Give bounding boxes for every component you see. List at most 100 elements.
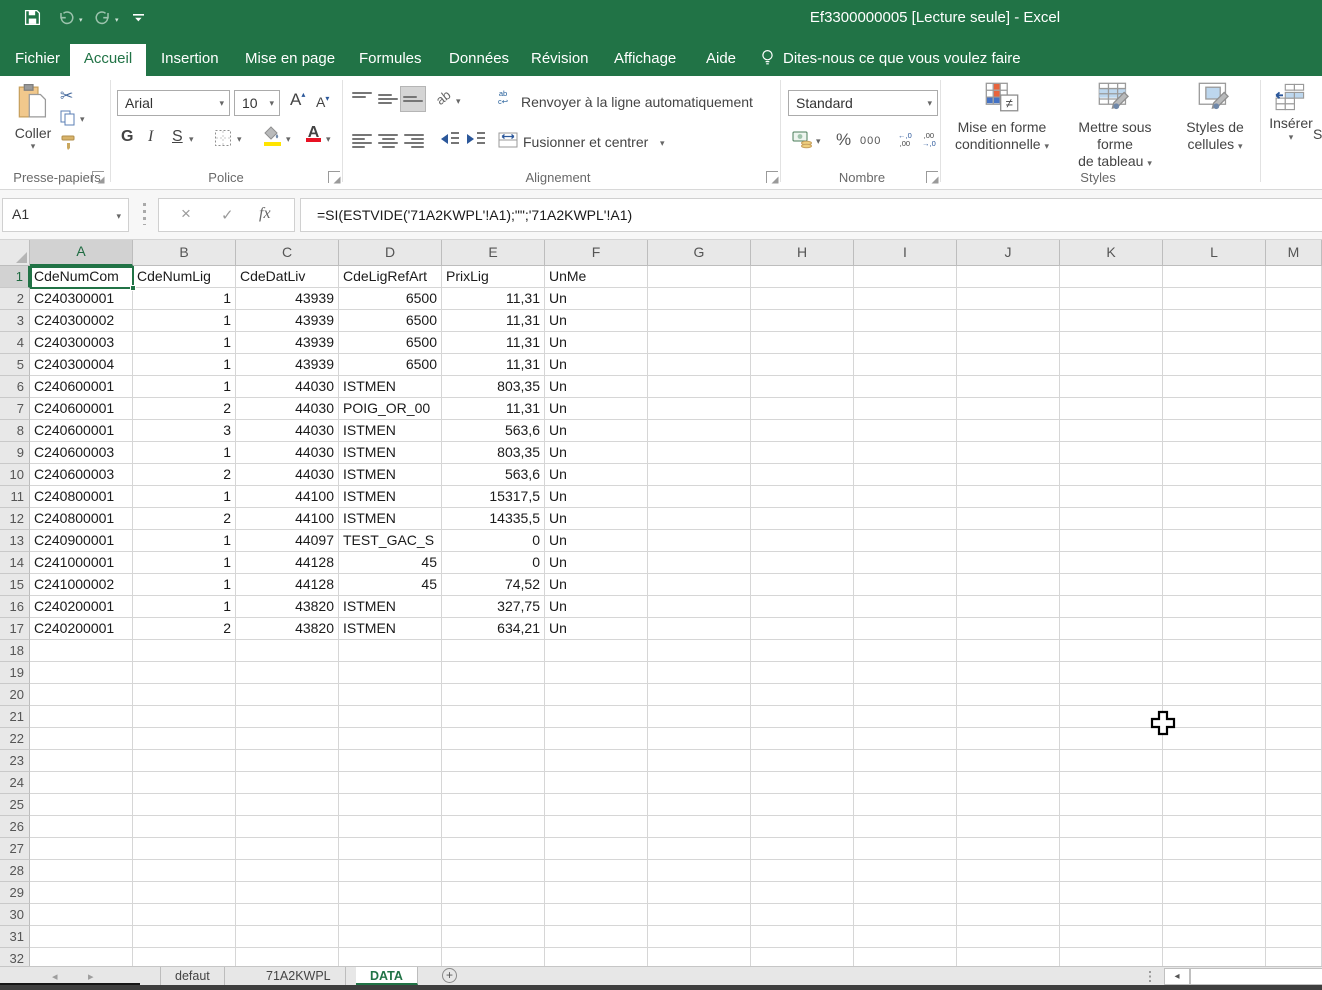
cell-L4[interactable] bbox=[1163, 332, 1266, 354]
cell-D20[interactable] bbox=[339, 684, 442, 706]
cell-E9[interactable]: 803,35 bbox=[442, 442, 545, 464]
cell-A11[interactable]: C240800001 bbox=[30, 486, 133, 508]
cell-M12[interactable] bbox=[1266, 508, 1322, 530]
cell-E21[interactable] bbox=[442, 706, 545, 728]
percent-style-button[interactable]: % bbox=[836, 130, 851, 150]
row-header-4[interactable]: 4 bbox=[0, 332, 30, 354]
cell-B19[interactable] bbox=[133, 662, 236, 684]
row-header-23[interactable]: 23 bbox=[0, 750, 30, 772]
cell-J16[interactable] bbox=[957, 596, 1060, 618]
cell-M2[interactable] bbox=[1266, 288, 1322, 310]
number-dialog-launcher[interactable] bbox=[926, 171, 938, 183]
cut-icon[interactable]: ✂ bbox=[60, 86, 73, 106]
insert-function-icon[interactable]: fx bbox=[259, 205, 271, 223]
enter-icon[interactable]: ✓ bbox=[221, 206, 234, 224]
cell-G2[interactable] bbox=[648, 288, 751, 310]
cell-G28[interactable] bbox=[648, 860, 751, 882]
cell-H2[interactable] bbox=[751, 288, 854, 310]
cell-F19[interactable] bbox=[545, 662, 648, 684]
cell-J15[interactable] bbox=[957, 574, 1060, 596]
cell-F8[interactable]: Un bbox=[545, 420, 648, 442]
font-name-combo[interactable]: Arial▾ bbox=[117, 90, 230, 116]
cell-A15[interactable]: C241000002 bbox=[30, 574, 133, 596]
cell-D31[interactable] bbox=[339, 926, 442, 948]
row-header-25[interactable]: 25 bbox=[0, 794, 30, 816]
accounting-format-icon[interactable] bbox=[792, 130, 814, 155]
cell-H10[interactable] bbox=[751, 464, 854, 486]
cell-F6[interactable]: Un bbox=[545, 376, 648, 398]
row-header-32[interactable]: 32 bbox=[0, 948, 30, 966]
cell-E31[interactable] bbox=[442, 926, 545, 948]
cell-D30[interactable] bbox=[339, 904, 442, 926]
cell-M18[interactable] bbox=[1266, 640, 1322, 662]
row-header-1[interactable]: 1 bbox=[0, 266, 30, 288]
cell-L24[interactable] bbox=[1163, 772, 1266, 794]
wrap-text-button[interactable]: Renvoyer à la ligne automatiquement bbox=[521, 94, 753, 110]
cell-B7[interactable]: 2 bbox=[133, 398, 236, 420]
cell-I1[interactable] bbox=[854, 266, 957, 288]
cell-I10[interactable] bbox=[854, 464, 957, 486]
cell-K13[interactable] bbox=[1060, 530, 1163, 552]
cell-M4[interactable] bbox=[1266, 332, 1322, 354]
column-header-K[interactable]: K bbox=[1060, 240, 1163, 266]
cell-J1[interactable] bbox=[957, 266, 1060, 288]
copy-dropdown-icon[interactable]: ▾ bbox=[80, 114, 85, 125]
cell-M3[interactable] bbox=[1266, 310, 1322, 332]
cell-K2[interactable] bbox=[1060, 288, 1163, 310]
cell-G31[interactable] bbox=[648, 926, 751, 948]
cell-C12[interactable]: 44100 bbox=[236, 508, 339, 530]
cell-K25[interactable] bbox=[1060, 794, 1163, 816]
cell-H25[interactable] bbox=[751, 794, 854, 816]
cell-F12[interactable]: Un bbox=[545, 508, 648, 530]
cell-A19[interactable] bbox=[30, 662, 133, 684]
cell-L25[interactable] bbox=[1163, 794, 1266, 816]
formula-bar-splitter[interactable] bbox=[143, 203, 146, 225]
tab-fichier[interactable]: Fichier bbox=[12, 44, 63, 76]
cell-H30[interactable] bbox=[751, 904, 854, 926]
cell-E26[interactable] bbox=[442, 816, 545, 838]
cell-G9[interactable] bbox=[648, 442, 751, 464]
cell-A25[interactable] bbox=[30, 794, 133, 816]
cell-G21[interactable] bbox=[648, 706, 751, 728]
row-header-6[interactable]: 6 bbox=[0, 376, 30, 398]
cell-B2[interactable]: 1 bbox=[133, 288, 236, 310]
column-header-A[interactable]: A bbox=[30, 240, 133, 266]
underline-dropdown-icon[interactable]: ▾ bbox=[189, 134, 194, 145]
cell-F11[interactable]: Un bbox=[545, 486, 648, 508]
cell-M6[interactable] bbox=[1266, 376, 1322, 398]
cell-K8[interactable] bbox=[1060, 420, 1163, 442]
cell-F21[interactable] bbox=[545, 706, 648, 728]
cell-E3[interactable]: 11,31 bbox=[442, 310, 545, 332]
cell-E10[interactable]: 563,6 bbox=[442, 464, 545, 486]
row-header-26[interactable]: 26 bbox=[0, 816, 30, 838]
cell-A23[interactable] bbox=[30, 750, 133, 772]
align-bottom-icon[interactable] bbox=[400, 86, 426, 112]
cell-C30[interactable] bbox=[236, 904, 339, 926]
cell-L19[interactable] bbox=[1163, 662, 1266, 684]
cell-F9[interactable]: Un bbox=[545, 442, 648, 464]
cell-E28[interactable] bbox=[442, 860, 545, 882]
cell-B3[interactable]: 1 bbox=[133, 310, 236, 332]
cell-A6[interactable]: C240600001 bbox=[30, 376, 133, 398]
cell-C6[interactable]: 44030 bbox=[236, 376, 339, 398]
formula-input[interactable]: =SI(ESTVIDE('71A2KWPL'!A1);"";'71A2KWPL'… bbox=[300, 198, 1322, 232]
cell-H5[interactable] bbox=[751, 354, 854, 376]
alignment-dialog-launcher[interactable] bbox=[766, 171, 778, 183]
paste-button[interactable]: Coller ▾ bbox=[10, 84, 56, 164]
decrease-decimal-icon[interactable]: ,00→,0 bbox=[922, 132, 936, 148]
cell-J24[interactable] bbox=[957, 772, 1060, 794]
cell-I25[interactable] bbox=[854, 794, 957, 816]
fill-color-icon[interactable] bbox=[264, 126, 282, 146]
cell-B16[interactable]: 1 bbox=[133, 596, 236, 618]
cell-K16[interactable] bbox=[1060, 596, 1163, 618]
cell-D12[interactable]: ISTMEN bbox=[339, 508, 442, 530]
cell-K20[interactable] bbox=[1060, 684, 1163, 706]
cell-E22[interactable] bbox=[442, 728, 545, 750]
cell-C5[interactable]: 43939 bbox=[236, 354, 339, 376]
cell-C18[interactable] bbox=[236, 640, 339, 662]
cell-E27[interactable] bbox=[442, 838, 545, 860]
cell-G25[interactable] bbox=[648, 794, 751, 816]
cell-G26[interactable] bbox=[648, 816, 751, 838]
cell-C26[interactable] bbox=[236, 816, 339, 838]
cell-M7[interactable] bbox=[1266, 398, 1322, 420]
